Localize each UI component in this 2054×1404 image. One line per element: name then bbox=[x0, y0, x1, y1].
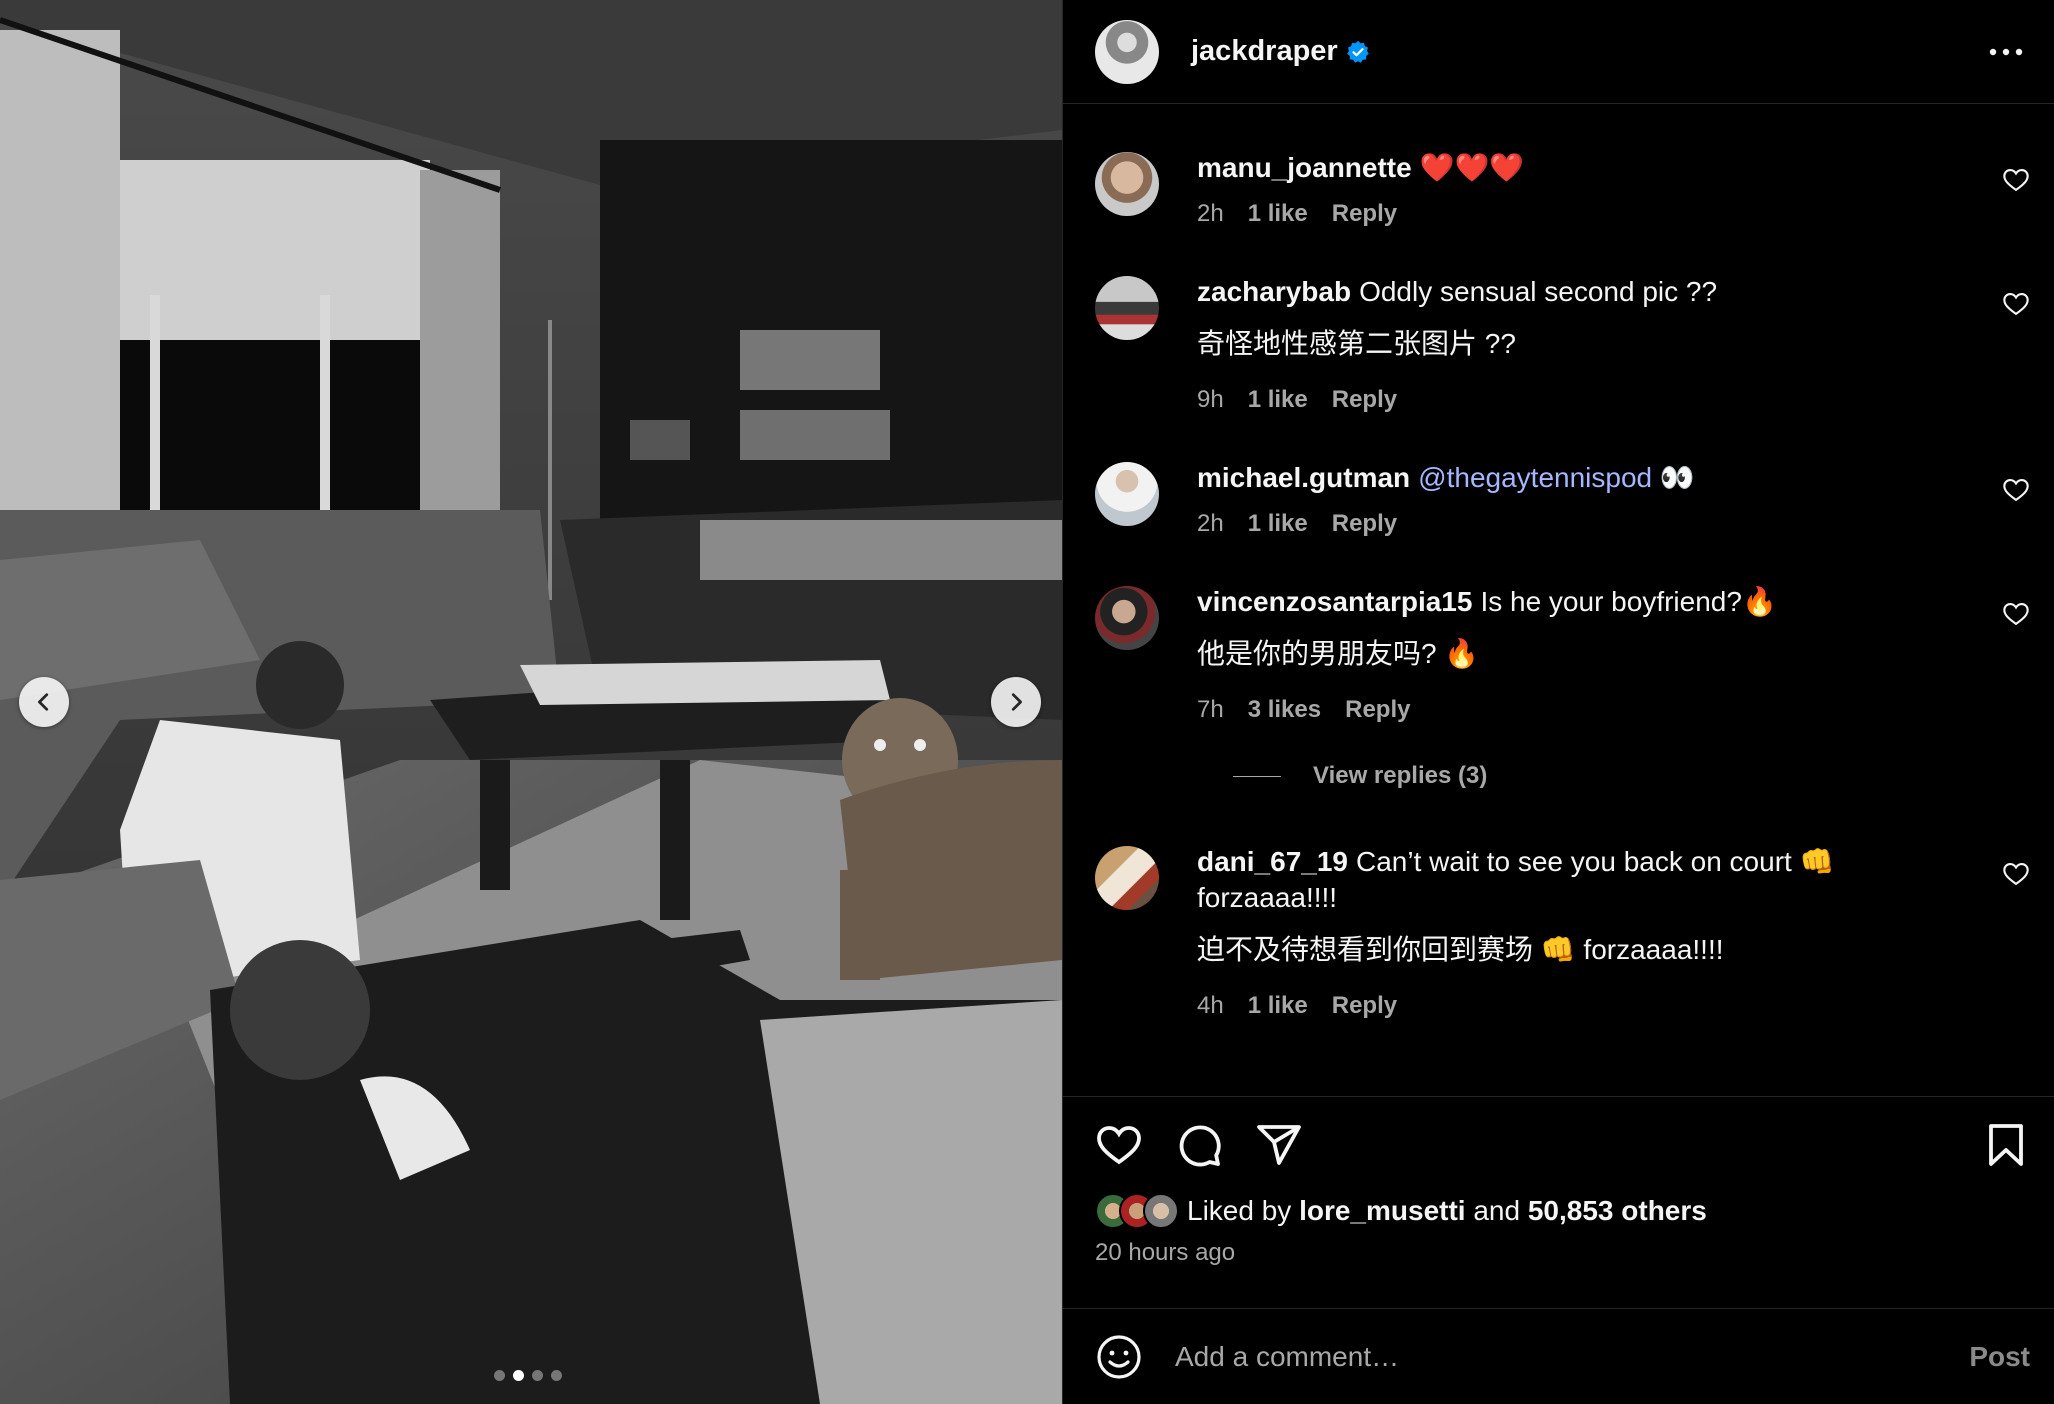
likes-summary: Liked by lore_musetti and 50,853 others bbox=[1095, 1193, 2030, 1229]
commenter-username[interactable]: vincenzosantarpia15 bbox=[1197, 586, 1472, 617]
comment-item: manu_joannette ❤️❤️❤️ 2h 1 like Reply bbox=[1063, 150, 2054, 228]
commenter-avatar[interactable] bbox=[1095, 152, 1159, 216]
commenter-username[interactable]: manu_joannette bbox=[1197, 152, 1412, 183]
commenter-avatar[interactable] bbox=[1095, 276, 1159, 340]
carousel-indicator bbox=[494, 1370, 562, 1381]
comment-time[interactable]: 2h bbox=[1197, 510, 1224, 538]
post-header: jackdraper bbox=[1063, 0, 2054, 104]
comment-mention-link[interactable]: @thegaytennispod bbox=[1418, 462, 1652, 493]
action-bar bbox=[1095, 1121, 2030, 1169]
comment-likes[interactable]: 3 likes bbox=[1248, 696, 1321, 724]
comment-text: 👀 bbox=[1659, 462, 1695, 493]
like-comment-heart-icon[interactable] bbox=[2002, 166, 2030, 194]
view-replies-label: View replies (3) bbox=[1313, 762, 1488, 789]
comment-icon[interactable] bbox=[1175, 1121, 1223, 1169]
comment-time[interactable]: 7h bbox=[1197, 696, 1224, 724]
comment-time[interactable]: 9h bbox=[1197, 386, 1224, 414]
liker-avatars bbox=[1095, 1193, 1179, 1229]
chevron-right-icon bbox=[1011, 693, 1022, 711]
verified-badge-icon bbox=[1346, 40, 1369, 63]
carousel-dot-active bbox=[513, 1370, 524, 1381]
comment-likes[interactable]: 1 like bbox=[1248, 386, 1308, 414]
like-comment-heart-icon[interactable] bbox=[2002, 290, 2030, 318]
comment-item: dani_67_19 Can’t wait to see you back on … bbox=[1063, 844, 2054, 1020]
author-username[interactable]: jackdraper bbox=[1191, 35, 1338, 68]
comment-likes[interactable]: 1 like bbox=[1248, 992, 1308, 1020]
liked-by-others[interactable]: 50,853 others bbox=[1528, 1195, 1707, 1227]
comment-translation: 奇怪地性感第二张图片 ?? bbox=[1197, 328, 1516, 359]
post-photo bbox=[0, 0, 1062, 1404]
like-comment-heart-icon[interactable] bbox=[2002, 600, 2030, 628]
post-side-panel: jackdraper manu_joannette ❤️❤️❤️ 2h 1 like… bbox=[1062, 0, 2054, 1404]
comment-text: ❤️❤️❤️ bbox=[1419, 152, 1525, 183]
comment-time[interactable]: 4h bbox=[1197, 992, 1224, 1020]
like-comment-heart-icon[interactable] bbox=[2002, 860, 2030, 888]
post-actions: Liked by lore_musetti and 50,853 others … bbox=[1063, 1096, 2054, 1308]
comment-input[interactable] bbox=[1175, 1340, 1970, 1373]
heart-icon[interactable] bbox=[1095, 1121, 1143, 1169]
comment-item: zacharybab Oddly sensual second pic ?? 奇怪… bbox=[1063, 274, 2054, 414]
view-replies-button[interactable]: View replies (3) bbox=[1233, 762, 2054, 790]
comment-composer: Post bbox=[1063, 1308, 2054, 1404]
comment-item: michael.gutman @thegaytennispod 👀 2h 1 lik… bbox=[1063, 460, 2054, 538]
reply-button[interactable]: Reply bbox=[1345, 696, 1410, 724]
emoji-icon[interactable] bbox=[1095, 1333, 1143, 1381]
carousel-next-button[interactable] bbox=[991, 677, 1041, 727]
reply-button[interactable]: Reply bbox=[1332, 200, 1397, 228]
post-media[interactable] bbox=[0, 0, 1062, 1404]
author-avatar[interactable] bbox=[1095, 19, 1159, 84]
comment-likes[interactable]: 1 like bbox=[1248, 510, 1308, 538]
carousel-prev-button[interactable] bbox=[19, 677, 69, 727]
comment-text: Is he your boyfriend?🔥 bbox=[1480, 586, 1777, 617]
post-timestamp[interactable]: 20 hours ago bbox=[1095, 1239, 2030, 1267]
comment-text: Oddly sensual second pic ?? bbox=[1359, 276, 1718, 307]
reply-button[interactable]: Reply bbox=[1332, 386, 1397, 414]
view-replies-divider bbox=[1233, 775, 1281, 777]
commenter-avatar[interactable] bbox=[1095, 846, 1159, 910]
instagram-post-modal: jackdraper manu_joannette ❤️❤️❤️ 2h 1 like… bbox=[0, 0, 2054, 1404]
reply-button[interactable]: Reply bbox=[1332, 992, 1397, 1020]
liker-avatar bbox=[1143, 1193, 1179, 1229]
comment-time[interactable]: 2h bbox=[1197, 200, 1224, 228]
comments-list[interactable]: manu_joannette ❤️❤️❤️ 2h 1 like Reply zacha… bbox=[1063, 104, 2054, 1096]
liked-by-prefix: Liked by bbox=[1187, 1195, 1292, 1226]
comment-item: vincenzosantarpia15 Is he your boyfriend?… bbox=[1063, 584, 2054, 724]
chevron-left-icon bbox=[38, 693, 49, 711]
liked-by-user[interactable]: lore_musetti bbox=[1299, 1195, 1466, 1227]
more-icon bbox=[1989, 48, 2023, 55]
commenter-avatar[interactable] bbox=[1095, 462, 1159, 526]
bookmark-icon[interactable] bbox=[1982, 1121, 2030, 1169]
like-comment-heart-icon[interactable] bbox=[2002, 476, 2030, 504]
comment-likes[interactable]: 1 like bbox=[1248, 200, 1308, 228]
share-icon[interactable] bbox=[1255, 1121, 1303, 1169]
carousel-dot bbox=[532, 1370, 543, 1381]
commenter-username[interactable]: michael.gutman bbox=[1197, 462, 1410, 493]
reply-button[interactable]: Reply bbox=[1332, 510, 1397, 538]
comment-translation: 他是你的男朋友吗? 🔥 bbox=[1197, 638, 1480, 669]
carousel-dot bbox=[551, 1370, 562, 1381]
commenter-username[interactable]: zacharybab bbox=[1197, 276, 1351, 307]
more-options-button[interactable] bbox=[1982, 28, 2030, 76]
post-comment-button[interactable]: Post bbox=[1969, 1341, 2030, 1373]
commenter-avatar[interactable] bbox=[1095, 586, 1159, 650]
liked-by-joiner: and bbox=[1473, 1195, 1521, 1226]
commenter-username[interactable]: dani_67_19 bbox=[1197, 846, 1348, 877]
comment-translation: 迫不及待想看到你回到赛场 👊 forzaaaa!!!! bbox=[1197, 934, 1724, 965]
carousel-dot bbox=[494, 1370, 505, 1381]
